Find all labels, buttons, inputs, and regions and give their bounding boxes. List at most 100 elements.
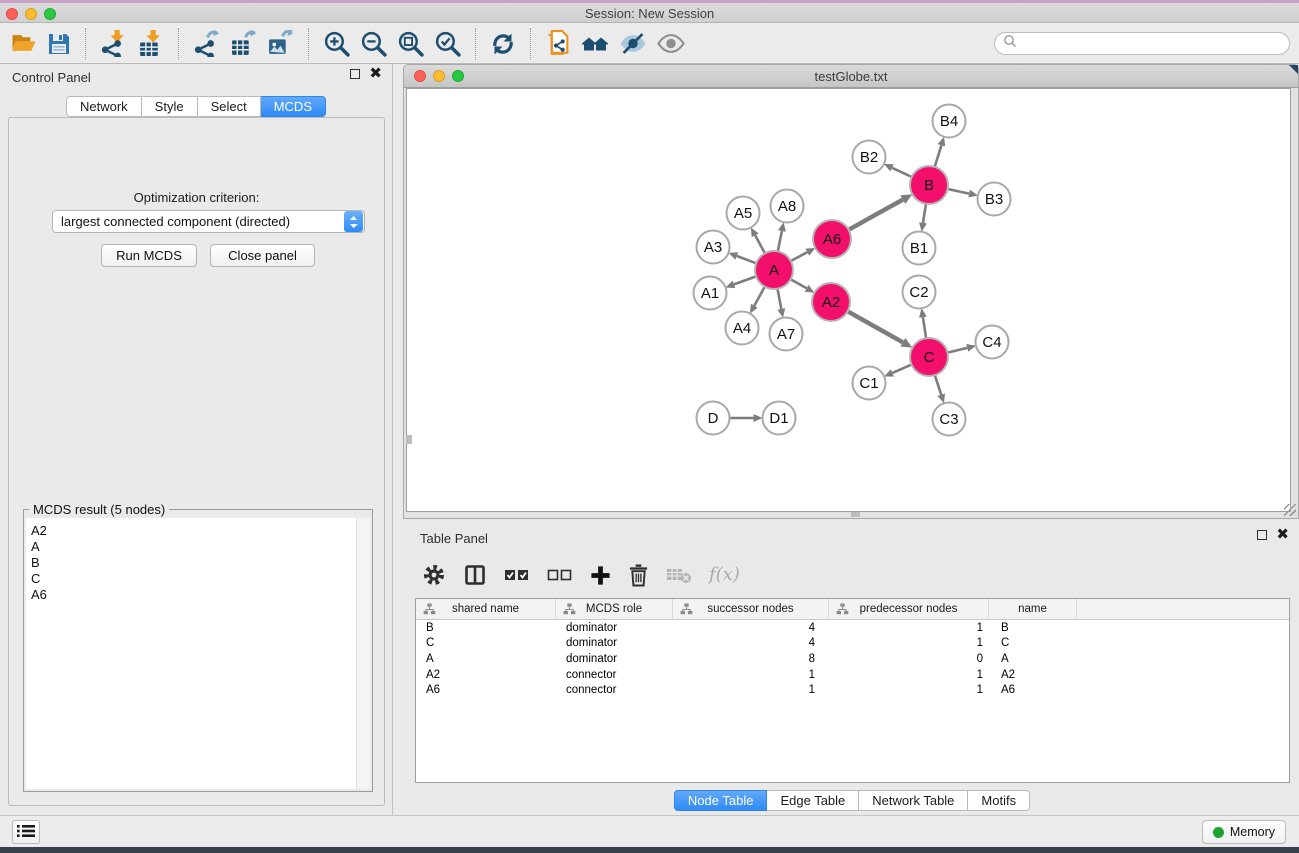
zoom-fit-button[interactable] xyxy=(392,29,429,58)
graph-node-B3[interactable]: B3 xyxy=(978,183,1011,216)
close-panel-button[interactable]: Close panel xyxy=(210,244,315,267)
tab-node-table[interactable]: Node Table xyxy=(674,790,768,811)
column-header-mcds-role[interactable]: MCDS role xyxy=(556,599,673,619)
table-row[interactable]: A2connector11A2 xyxy=(416,667,1289,683)
search-input[interactable] xyxy=(1022,36,1281,51)
result-item[interactable]: C xyxy=(31,571,356,587)
graph-node-C[interactable]: C xyxy=(910,338,948,376)
graph-node-B[interactable]: B xyxy=(910,166,948,204)
float-table-panel-icon[interactable] xyxy=(1257,530,1267,540)
close-panel-icon[interactable]: ✖ xyxy=(369,69,382,79)
graph-edge-A-A8[interactable] xyxy=(778,231,782,251)
result-item[interactable]: A2 xyxy=(31,523,356,539)
column-chooser-button[interactable] xyxy=(463,563,487,587)
network-menu-corner-icon[interactable] xyxy=(1289,65,1298,74)
graph-node-A3[interactable]: A3 xyxy=(697,231,730,264)
graph-node-D[interactable]: D xyxy=(697,402,730,435)
graph-edge-B-B1[interactable] xyxy=(923,204,926,223)
graph-edge-A-A6[interactable] xyxy=(791,252,808,261)
graph-edge-A-A5[interactable] xyxy=(755,235,765,253)
table-row[interactable]: Adominator80A xyxy=(416,651,1289,667)
result-list-scrollbar[interactable] xyxy=(356,518,370,789)
deselect-all-button[interactable] xyxy=(547,566,573,584)
graph-node-A6[interactable]: A6 xyxy=(813,220,851,258)
column-header-name[interactable]: name xyxy=(989,599,1077,619)
graph-node-D1[interactable]: D1 xyxy=(763,402,796,435)
graph-node-C3[interactable]: C3 xyxy=(933,403,966,436)
zoom-out-button[interactable] xyxy=(355,29,392,58)
tab-motifs[interactable]: Motifs xyxy=(968,790,1030,811)
zoom-in-button[interactable] xyxy=(318,29,355,58)
graph-node-B1[interactable]: B1 xyxy=(903,232,936,265)
tab-style[interactable]: Style xyxy=(142,96,198,117)
graph-node-A8[interactable]: A8 xyxy=(771,190,804,223)
graph-edge-A-A1[interactable] xyxy=(734,276,756,284)
tab-select[interactable]: Select xyxy=(198,96,261,117)
graph-edge-A6-B[interactable] xyxy=(849,200,903,230)
settings-gear-button[interactable] xyxy=(422,563,446,587)
select-all-button[interactable] xyxy=(504,566,530,584)
result-item[interactable]: A6 xyxy=(31,587,356,603)
graph-edge-C-C1[interactable] xyxy=(892,365,911,373)
graph-node-C2[interactable]: C2 xyxy=(903,276,936,309)
graph-node-A[interactable]: A xyxy=(755,251,793,289)
open-file-button[interactable] xyxy=(6,31,42,56)
tab-network[interactable]: Network xyxy=(66,96,142,117)
graph-edge-A-A4[interactable] xyxy=(754,287,765,306)
table-row[interactable]: A6connector11A6 xyxy=(416,682,1289,698)
tab-edge-table[interactable]: Edge Table xyxy=(767,790,859,811)
graph-node-A2[interactable]: A2 xyxy=(812,283,850,321)
home-button[interactable] xyxy=(576,31,614,56)
column-header-predecessor-nodes[interactable]: predecessor nodes xyxy=(829,599,989,619)
graph-edge-A2-C[interactable] xyxy=(848,311,903,342)
task-history-button[interactable] xyxy=(12,820,40,844)
graph-edge-A-A2[interactable] xyxy=(791,279,807,288)
import-network-button[interactable] xyxy=(95,29,132,58)
save-session-button[interactable] xyxy=(42,31,76,57)
graph-edge-B-B3[interactable] xyxy=(948,189,970,194)
graph-node-C1[interactable]: C1 xyxy=(853,367,886,400)
graph-node-A7[interactable]: A7 xyxy=(770,318,803,351)
export-network-button[interactable] xyxy=(188,29,225,58)
graph-edge-B-B4[interactable] xyxy=(935,145,942,167)
graph-node-B4[interactable]: B4 xyxy=(933,105,966,138)
graph-edge-A-A3[interactable] xyxy=(737,256,756,263)
export-image-button[interactable] xyxy=(262,29,299,58)
run-mcds-button[interactable]: Run MCDS xyxy=(101,244,197,267)
result-item[interactable]: A xyxy=(31,539,356,555)
table-row[interactable]: Cdominator41C xyxy=(416,636,1289,652)
close-table-panel-icon[interactable]: ✖ xyxy=(1276,530,1289,540)
search-box[interactable] xyxy=(994,32,1290,55)
graph-edge-B-B2[interactable] xyxy=(892,168,912,177)
delete-column-button[interactable] xyxy=(628,563,649,587)
graph-node-C4[interactable]: C4 xyxy=(976,326,1009,359)
float-panel-icon[interactable] xyxy=(350,69,360,79)
graph-node-A1[interactable]: A1 xyxy=(694,277,727,310)
vertical-scroll-thumb[interactable] xyxy=(406,435,412,444)
memory-button[interactable]: Memory xyxy=(1202,820,1286,844)
graph-edge-C-C4[interactable] xyxy=(948,348,968,353)
tab-network-table[interactable]: Network Table xyxy=(859,790,968,811)
show-graphics-details-button[interactable] xyxy=(652,31,690,56)
graph-node-B2[interactable]: B2 xyxy=(853,141,886,174)
graph-node-A4[interactable]: A4 xyxy=(726,312,759,345)
horizontal-scroll-thumb[interactable] xyxy=(851,512,860,517)
hide-graphics-details-button[interactable] xyxy=(614,31,652,56)
graph-edge-A-A7[interactable] xyxy=(778,289,782,309)
graph-edge-C-C2[interactable] xyxy=(923,317,926,338)
column-header-successor-nodes[interactable]: successor nodes xyxy=(673,599,829,619)
zoom-selected-button[interactable] xyxy=(429,29,466,58)
tab-mcds[interactable]: MCDS xyxy=(261,96,326,117)
window-resize-grip[interactable] xyxy=(1284,504,1296,516)
table-row[interactable]: Bdominator41B xyxy=(416,620,1289,636)
apply-layout-button[interactable] xyxy=(485,30,521,58)
add-column-button[interactable] xyxy=(590,565,611,586)
network-file-button[interactable] xyxy=(540,29,576,58)
graph-node-A5[interactable]: A5 xyxy=(727,197,760,230)
column-header-shared-name[interactable]: shared name xyxy=(416,599,556,619)
criterion-select[interactable]: largest connected component (directed) xyxy=(52,210,365,233)
import-table-button[interactable] xyxy=(132,29,169,58)
network-canvas[interactable]: B4 B2 B B3 A5 A8 A6 A3 A B1 A1 A2 C2 A4 A7 C C4 C1 C3 D D1 xyxy=(406,88,1291,512)
export-table-button[interactable] xyxy=(225,29,262,58)
graph-edge-C-C3[interactable] xyxy=(935,375,941,395)
